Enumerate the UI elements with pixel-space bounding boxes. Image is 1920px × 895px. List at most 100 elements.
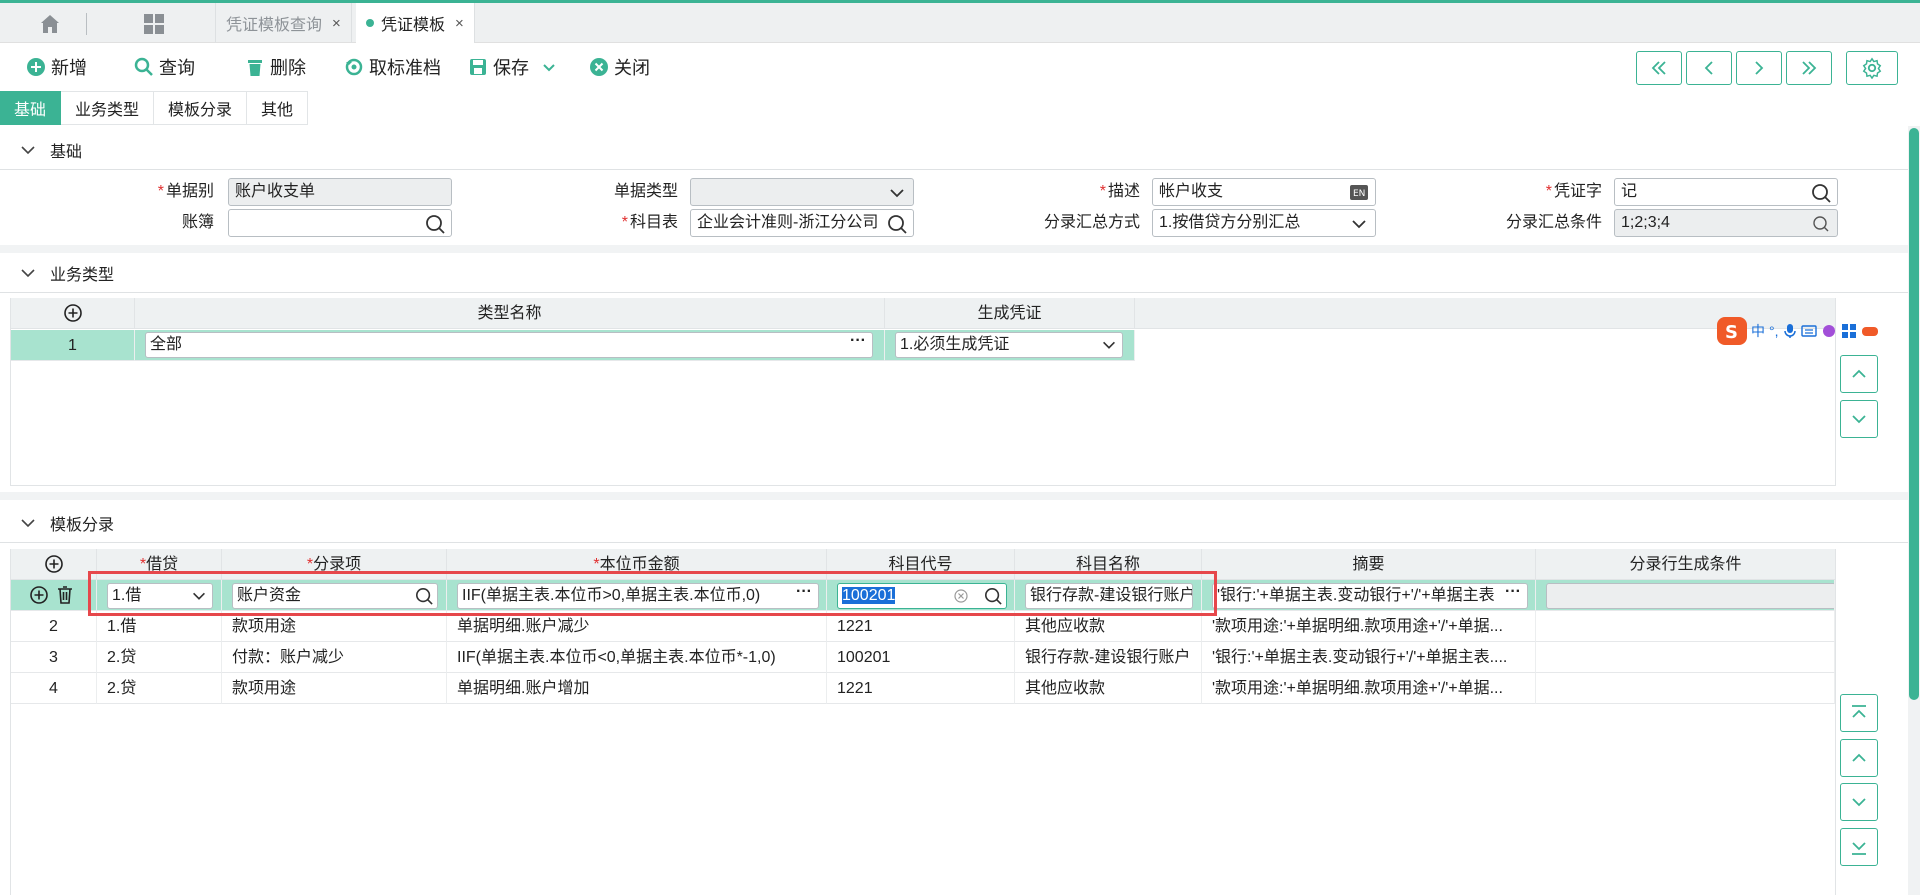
chevron-down-bottom-icon [1852, 842, 1866, 855]
tab-business-type[interactable]: 业务类型 [61, 91, 155, 125]
microphone-icon[interactable] [1783, 323, 1797, 339]
tab-other[interactable]: 其他 [247, 91, 309, 125]
description-field[interactable]: 帐户收支 EN [1152, 178, 1376, 206]
table-row[interactable] [1536, 580, 1835, 611]
move-up-button[interactable] [1840, 355, 1878, 393]
table-cell[interactable]: 100201 [827, 642, 1015, 673]
add-circle-icon[interactable] [44, 554, 64, 574]
search-icon[interactable] [425, 214, 445, 234]
table-cell[interactable]: 2.贷 [97, 673, 222, 704]
summary-formula-input[interactable]: '银行:'+单据主表.变动银行+'/'+单据主表 ··· [1212, 583, 1528, 609]
add-circle-icon[interactable] [63, 303, 83, 323]
home-icon[interactable] [38, 12, 62, 36]
section-divider [0, 492, 1908, 500]
toolbox-icon[interactable] [1841, 323, 1857, 339]
section-header-business-type[interactable]: 业务类型 [0, 253, 1908, 293]
game-icon[interactable] [1861, 324, 1879, 338]
section-header-basic[interactable]: 基础 [0, 130, 1908, 170]
delete-label: 删除 [270, 58, 306, 78]
delete-button[interactable]: 删除 [245, 54, 306, 80]
table-cell[interactable]: 2.贷 [97, 642, 222, 673]
close-icon[interactable]: × [455, 15, 464, 32]
col-header-gen-voucher[interactable]: 生成凭证 [885, 298, 1135, 329]
type-name-input[interactable]: 全部 ··· [145, 332, 873, 358]
table-row[interactable]: '银行:'+单据主表.变动银行+'/'+单据主表 ··· [1202, 580, 1536, 611]
search-icon[interactable] [1811, 183, 1831, 203]
tab-template-entries[interactable]: 模板分录 [154, 91, 248, 125]
next-record-button[interactable] [1736, 51, 1782, 85]
new-label: 新增 [51, 58, 87, 78]
gen-voucher-select[interactable]: 1.必须生成凭证 [895, 332, 1123, 358]
table-cell[interactable]: 其他应收款 [1015, 673, 1202, 704]
search-icon[interactable] [1811, 214, 1831, 234]
table-cell[interactable] [1536, 673, 1835, 704]
col-header-type-name[interactable]: 类型名称 [135, 298, 885, 329]
query-button[interactable]: 查询 [134, 54, 195, 80]
skin-icon[interactable] [1821, 323, 1837, 339]
move-down-button[interactable] [1840, 400, 1878, 438]
table-cell[interactable]: '银行:'+单据主表.变动银行+'/'+单据主表.... [1202, 642, 1536, 673]
new-button[interactable]: 新增 [26, 54, 87, 80]
translate-icon[interactable]: EN [1349, 183, 1369, 203]
col-header-row-condition[interactable]: 分录行生成条件 [1536, 549, 1835, 580]
table-cell[interactable]: IIF(单据主表.本位币<0,单据主表.本位币*-1,0) [447, 642, 827, 673]
first-record-button[interactable] [1636, 51, 1682, 85]
prev-record-button[interactable] [1686, 51, 1732, 85]
summary-formula-value: '银行:'+单据主表.变动银行+'/'+单据主表 [1217, 587, 1495, 604]
chevron-down-icon[interactable] [541, 59, 557, 75]
bill-type-select[interactable] [690, 178, 914, 206]
voucher-word-field[interactable]: 记 [1614, 178, 1838, 206]
doc-type-field[interactable]: 账户收支单 [228, 178, 452, 206]
add-row-header[interactable] [11, 298, 135, 329]
section-header-template-entries[interactable]: 模板分录 [0, 503, 1908, 543]
account-table-field[interactable]: 企业会计准则-浙江分公司 [690, 209, 914, 237]
table-cell[interactable]: '款项用途:'+单据明细.款项用途+'/'+单据... [1202, 673, 1536, 704]
more-icon[interactable]: ··· [850, 333, 866, 353]
section-divider [0, 245, 1908, 253]
add-row-header[interactable] [11, 549, 97, 580]
tab-voucher-template-query[interactable]: 凭证模板查询 × [215, 3, 352, 43]
table-cell[interactable]: 1221 [827, 673, 1015, 704]
trash-icon[interactable] [55, 585, 75, 605]
table-cell[interactable]: 付款：账户减少 [222, 642, 447, 673]
ledger-field[interactable] [228, 209, 452, 237]
table-cell[interactable]: '款项用途:'+单据明细.款项用途+'/'+单据... [1202, 611, 1536, 642]
move-up-button[interactable] [1840, 739, 1878, 777]
summary-cond-field[interactable]: 1;2;3;4 [1614, 209, 1838, 237]
save-button[interactable]: 保存 [468, 54, 562, 80]
tab-voucher-template[interactable]: 凭证模板 × [356, 3, 475, 43]
summary-cond-value: 1;2;3;4 [1621, 214, 1670, 231]
trash-icon [248, 60, 262, 76]
move-top-button[interactable] [1840, 694, 1878, 732]
table-cell[interactable]: 单据明细.账户增加 [447, 673, 827, 704]
settings-button[interactable] [1846, 51, 1898, 85]
search-icon[interactable] [887, 214, 907, 234]
table-cell[interactable] [1536, 642, 1835, 673]
ime-lang[interactable]: 中 [1751, 321, 1765, 341]
table-cell[interactable]: 银行存款-建设银行账户 [1015, 642, 1202, 673]
summary-mode-select[interactable]: 1.按借贷方分别汇总 [1152, 209, 1376, 237]
table-cell[interactable]: 款项用途 [222, 673, 447, 704]
apps-grid-icon[interactable] [142, 12, 166, 36]
table-cell[interactable] [1536, 611, 1835, 642]
keyboard-icon[interactable] [1800, 324, 1817, 338]
ime-toolbar[interactable]: S 中 °, [1717, 316, 1879, 346]
close-icon[interactable]: × [332, 15, 341, 32]
ime-punct[interactable]: °, [1769, 323, 1779, 339]
last-record-button[interactable] [1786, 51, 1832, 85]
cancel-archive-button[interactable]: 取标准档 [344, 54, 441, 80]
plus-circle-icon [27, 58, 45, 76]
row-condition-input[interactable] [1546, 583, 1834, 609]
move-bottom-button[interactable] [1840, 828, 1878, 866]
col-header-summary[interactable]: 摘要 [1202, 549, 1536, 580]
table-row[interactable]: 全部 ··· [135, 330, 885, 361]
close-button[interactable]: 关闭 [589, 54, 650, 80]
table-row[interactable]: 1.必须生成凭证 [885, 330, 1135, 361]
more-icon[interactable]: ··· [1505, 584, 1521, 604]
tab-basic[interactable]: 基础 [0, 91, 62, 125]
move-down-button[interactable] [1840, 783, 1878, 821]
chevron-down-icon [1352, 220, 1366, 229]
row-number: 1 [11, 330, 135, 361]
scrollbar-thumb[interactable] [1909, 128, 1919, 700]
add-circle-icon[interactable] [29, 585, 49, 605]
